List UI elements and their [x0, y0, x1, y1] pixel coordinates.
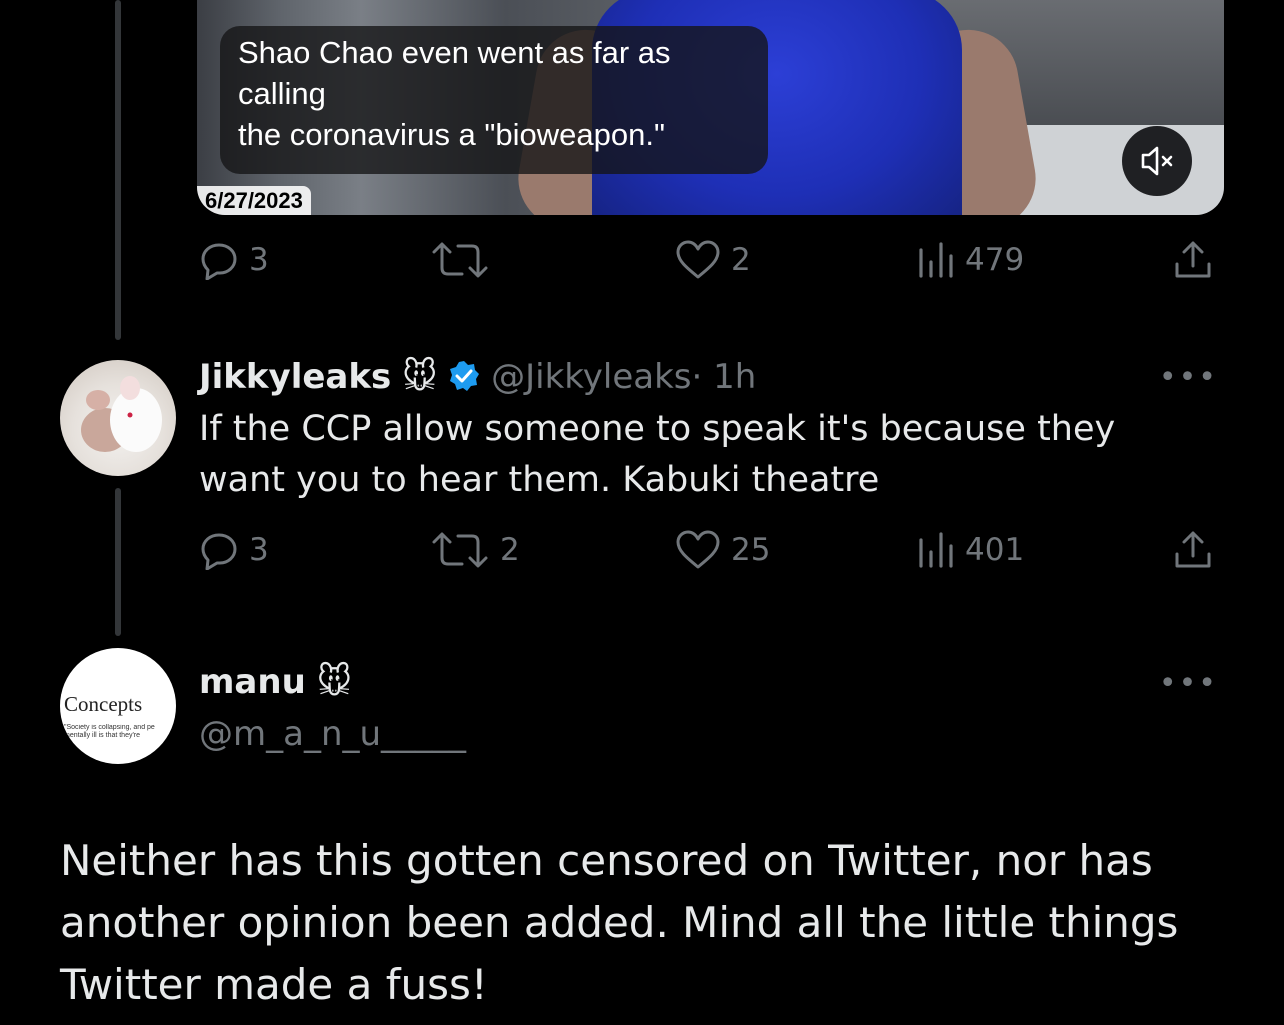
reply-icon — [201, 533, 237, 570]
like-count: 2 — [731, 242, 751, 278]
avatar-manu[interactable]: Concepts "Society is collapsing, and pe … — [60, 648, 176, 764]
video-caption: Shao Chao even went as far as calling th… — [220, 26, 768, 174]
views-button[interactable]: 479 — [915, 240, 1024, 280]
retweet-count: 2 — [500, 532, 520, 568]
reply-count: 3 — [249, 242, 269, 278]
heart-icon — [676, 240, 720, 279]
rats-photo-icon — [81, 376, 162, 452]
mouse-emoji: 🐭 — [316, 662, 353, 702]
like-button[interactable]: 25 — [675, 530, 770, 570]
share-icon — [1175, 531, 1211, 568]
avatar-jikkyleaks[interactable] — [60, 360, 176, 476]
reply-button[interactable]: 3 — [199, 530, 269, 570]
thread-line-top — [115, 0, 121, 340]
retweet-icon — [432, 532, 488, 568]
retweet-icon — [432, 242, 488, 278]
video-player[interactable]: Shao Chao even went as far as calling th… — [197, 0, 1224, 215]
tweet-actions-top: 3 2 479 — [197, 240, 1227, 290]
reply-icon — [201, 243, 237, 280]
mouse-emoji: 🐭 — [402, 357, 438, 397]
views-button[interactable]: 401 — [915, 530, 1024, 570]
main-tweet-header: manu 🐭 — [199, 658, 352, 706]
more-options-button[interactable]: ••• — [1159, 666, 1218, 701]
more-options-button[interactable]: ••• — [1159, 360, 1218, 395]
author-handle[interactable]: @m_a_n_u_____ — [199, 710, 466, 758]
reply1-actions: 3 2 25 401 — [197, 530, 1227, 580]
author-name[interactable]: manu — [199, 662, 306, 702]
verified-badge-icon — [450, 361, 480, 391]
mute-button[interactable] — [1122, 126, 1192, 196]
thread-line-middle — [115, 488, 121, 636]
share-button[interactable] — [1173, 240, 1213, 280]
post-time[interactable]: · 1h — [691, 357, 756, 397]
author-name[interactable]: Jikkyleaks — [199, 357, 391, 397]
views-chart-icon — [919, 242, 953, 278]
reply-count: 3 — [249, 532, 269, 568]
video-date-tag: 6/27/2023 — [197, 186, 311, 215]
views-count: 401 — [965, 532, 1025, 568]
retweet-button[interactable]: 2 — [430, 530, 520, 570]
avatar-subtitle: "Society is collapsing, and pe mentally … — [64, 724, 155, 739]
reply1-text: If the CCP allow someone to speak it's b… — [199, 409, 1116, 500]
retweet-button[interactable] — [430, 240, 500, 280]
share-icon — [1175, 241, 1211, 278]
views-count: 479 — [965, 242, 1025, 278]
like-button[interactable]: 2 — [675, 240, 751, 280]
like-count: 25 — [731, 532, 771, 568]
speaker-muted-icon — [1141, 146, 1173, 176]
reply-button[interactable]: 3 — [199, 240, 269, 280]
author-handle[interactable]: @Jikkyleaks — [491, 357, 691, 397]
views-chart-icon — [919, 532, 953, 568]
main-tweet-text: Neither has this gotten censored on Twit… — [60, 836, 1179, 1009]
reply1-header: Jikkyleaks 🐭 @Jikkyleaks· 1h — [199, 354, 756, 400]
heart-icon — [676, 530, 720, 569]
share-button[interactable] — [1173, 530, 1213, 570]
avatar-title: Concepts — [64, 692, 143, 716]
